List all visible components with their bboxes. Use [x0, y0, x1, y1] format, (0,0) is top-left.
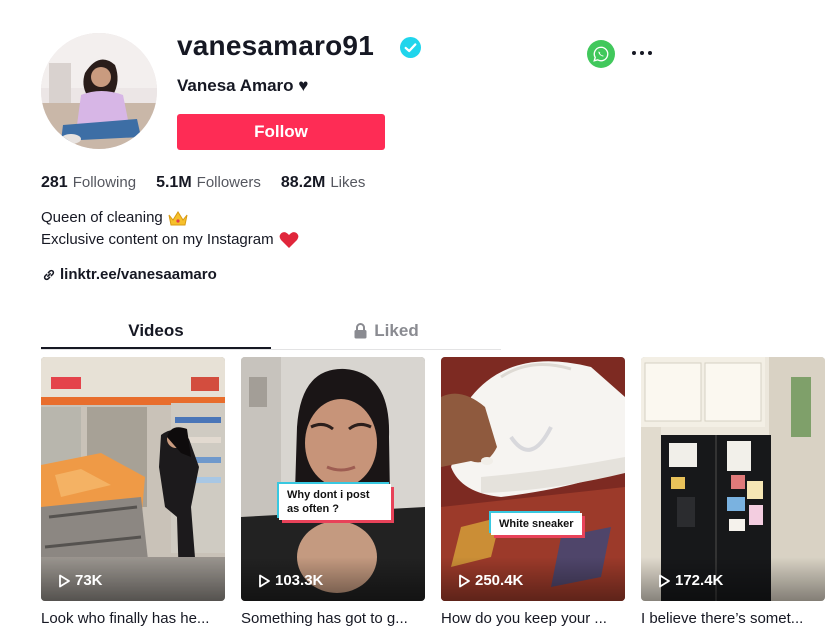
avatar-image: [41, 33, 157, 149]
view-count: 103.3K: [257, 572, 323, 589]
video-text-overlay: White sneaker: [491, 513, 582, 535]
video-card[interactable]: 172.4K I believe there’s somet...: [641, 357, 825, 627]
video-caption: I believe there’s somet...: [641, 610, 804, 627]
profile-bio: Queen of cleaning Exclusive content on m…: [41, 207, 299, 251]
video-thumbnail[interactable]: Why dont i post as often ? 103.3K: [241, 357, 425, 601]
play-icon: [459, 574, 470, 587]
followers-label: Followers: [196, 174, 261, 191]
video-thumbnail-image: [241, 357, 425, 601]
following-label: Following: [72, 174, 137, 191]
whatsapp-icon: [593, 46, 609, 62]
play-icon: [59, 574, 70, 587]
video-text-overlay: Why dont i post as often ?: [279, 484, 391, 520]
likes-value: 88.2M: [280, 174, 326, 191]
play-icon: [259, 574, 270, 587]
video-thumbnail-image: [441, 357, 625, 601]
follow-button[interactable]: Follow: [177, 114, 385, 150]
likes-label: Likes: [330, 174, 366, 191]
profile-link[interactable]: linktr.ee/vanesaamaro: [42, 266, 217, 283]
profile-tabs: Videos Liked: [41, 314, 501, 350]
tab-videos-label: Videos: [128, 321, 184, 340]
link-text: linktr.ee/vanesaamaro: [60, 266, 217, 283]
video-thumbnail-image: [641, 357, 825, 601]
video-caption: Look who finally has he...: [41, 610, 210, 627]
active-tab-indicator: [41, 347, 271, 349]
profile-stats: 281 Following 5.1M Followers 88.2M Likes: [41, 174, 365, 192]
tab-videos[interactable]: Videos: [41, 314, 271, 348]
video-grid: 73K Look who finally has he... Why dont …: [41, 357, 825, 627]
video-caption: Something has got to g...: [241, 610, 408, 627]
video-card[interactable]: Why dont i post as often ? 103.3K Someth…: [241, 357, 425, 627]
video-card[interactable]: 73K Look who finally has he...: [41, 357, 225, 627]
link-icon: [43, 269, 55, 280]
video-thumbnail[interactable]: White sneaker 250.4K: [441, 357, 625, 601]
view-count-value: 73K: [75, 572, 103, 589]
crown-emoji-icon: [168, 210, 188, 225]
video-card[interactable]: White sneaker 250.4K How do you keep you…: [441, 357, 625, 627]
video-thumbnail-image: [41, 357, 225, 601]
profile-avatar[interactable]: [41, 33, 157, 149]
view-count-value: 172.4K: [675, 572, 724, 589]
video-caption: How do you keep your ...: [441, 610, 607, 627]
video-thumbnail[interactable]: 172.4K: [641, 357, 825, 601]
play-icon: [659, 574, 670, 587]
following-count[interactable]: 281 Following: [41, 174, 136, 192]
followers-value: 5.1M: [156, 174, 192, 191]
video-thumbnail[interactable]: 73K: [41, 357, 225, 601]
view-count: 172.4K: [657, 572, 723, 589]
likes-count: 88.2M Likes: [281, 174, 366, 192]
username: vanesamaro91: [177, 30, 374, 61]
whatsapp-share-button[interactable]: [587, 40, 615, 68]
bio-line-2: Exclusive content on my Instagram: [41, 231, 274, 248]
verified-badge-icon: [400, 37, 421, 58]
tab-liked-label: Liked: [374, 321, 419, 340]
bio-line-1: Queen of cleaning: [41, 209, 163, 226]
view-count-value: 250.4K: [475, 572, 524, 589]
following-value: 281: [41, 174, 68, 191]
view-count-value: 103.3K: [275, 572, 324, 589]
display-name: Vanesa Amaro ♥: [177, 76, 309, 95]
followers-count[interactable]: 5.1M Followers: [156, 174, 261, 192]
view-count: 73K: [57, 572, 103, 589]
more-options-icon[interactable]: [628, 42, 656, 64]
red-heart-emoji-icon: [279, 232, 298, 248]
view-count: 250.4K: [457, 572, 523, 589]
tab-liked[interactable]: Liked: [271, 314, 501, 348]
lock-icon: [354, 323, 367, 339]
